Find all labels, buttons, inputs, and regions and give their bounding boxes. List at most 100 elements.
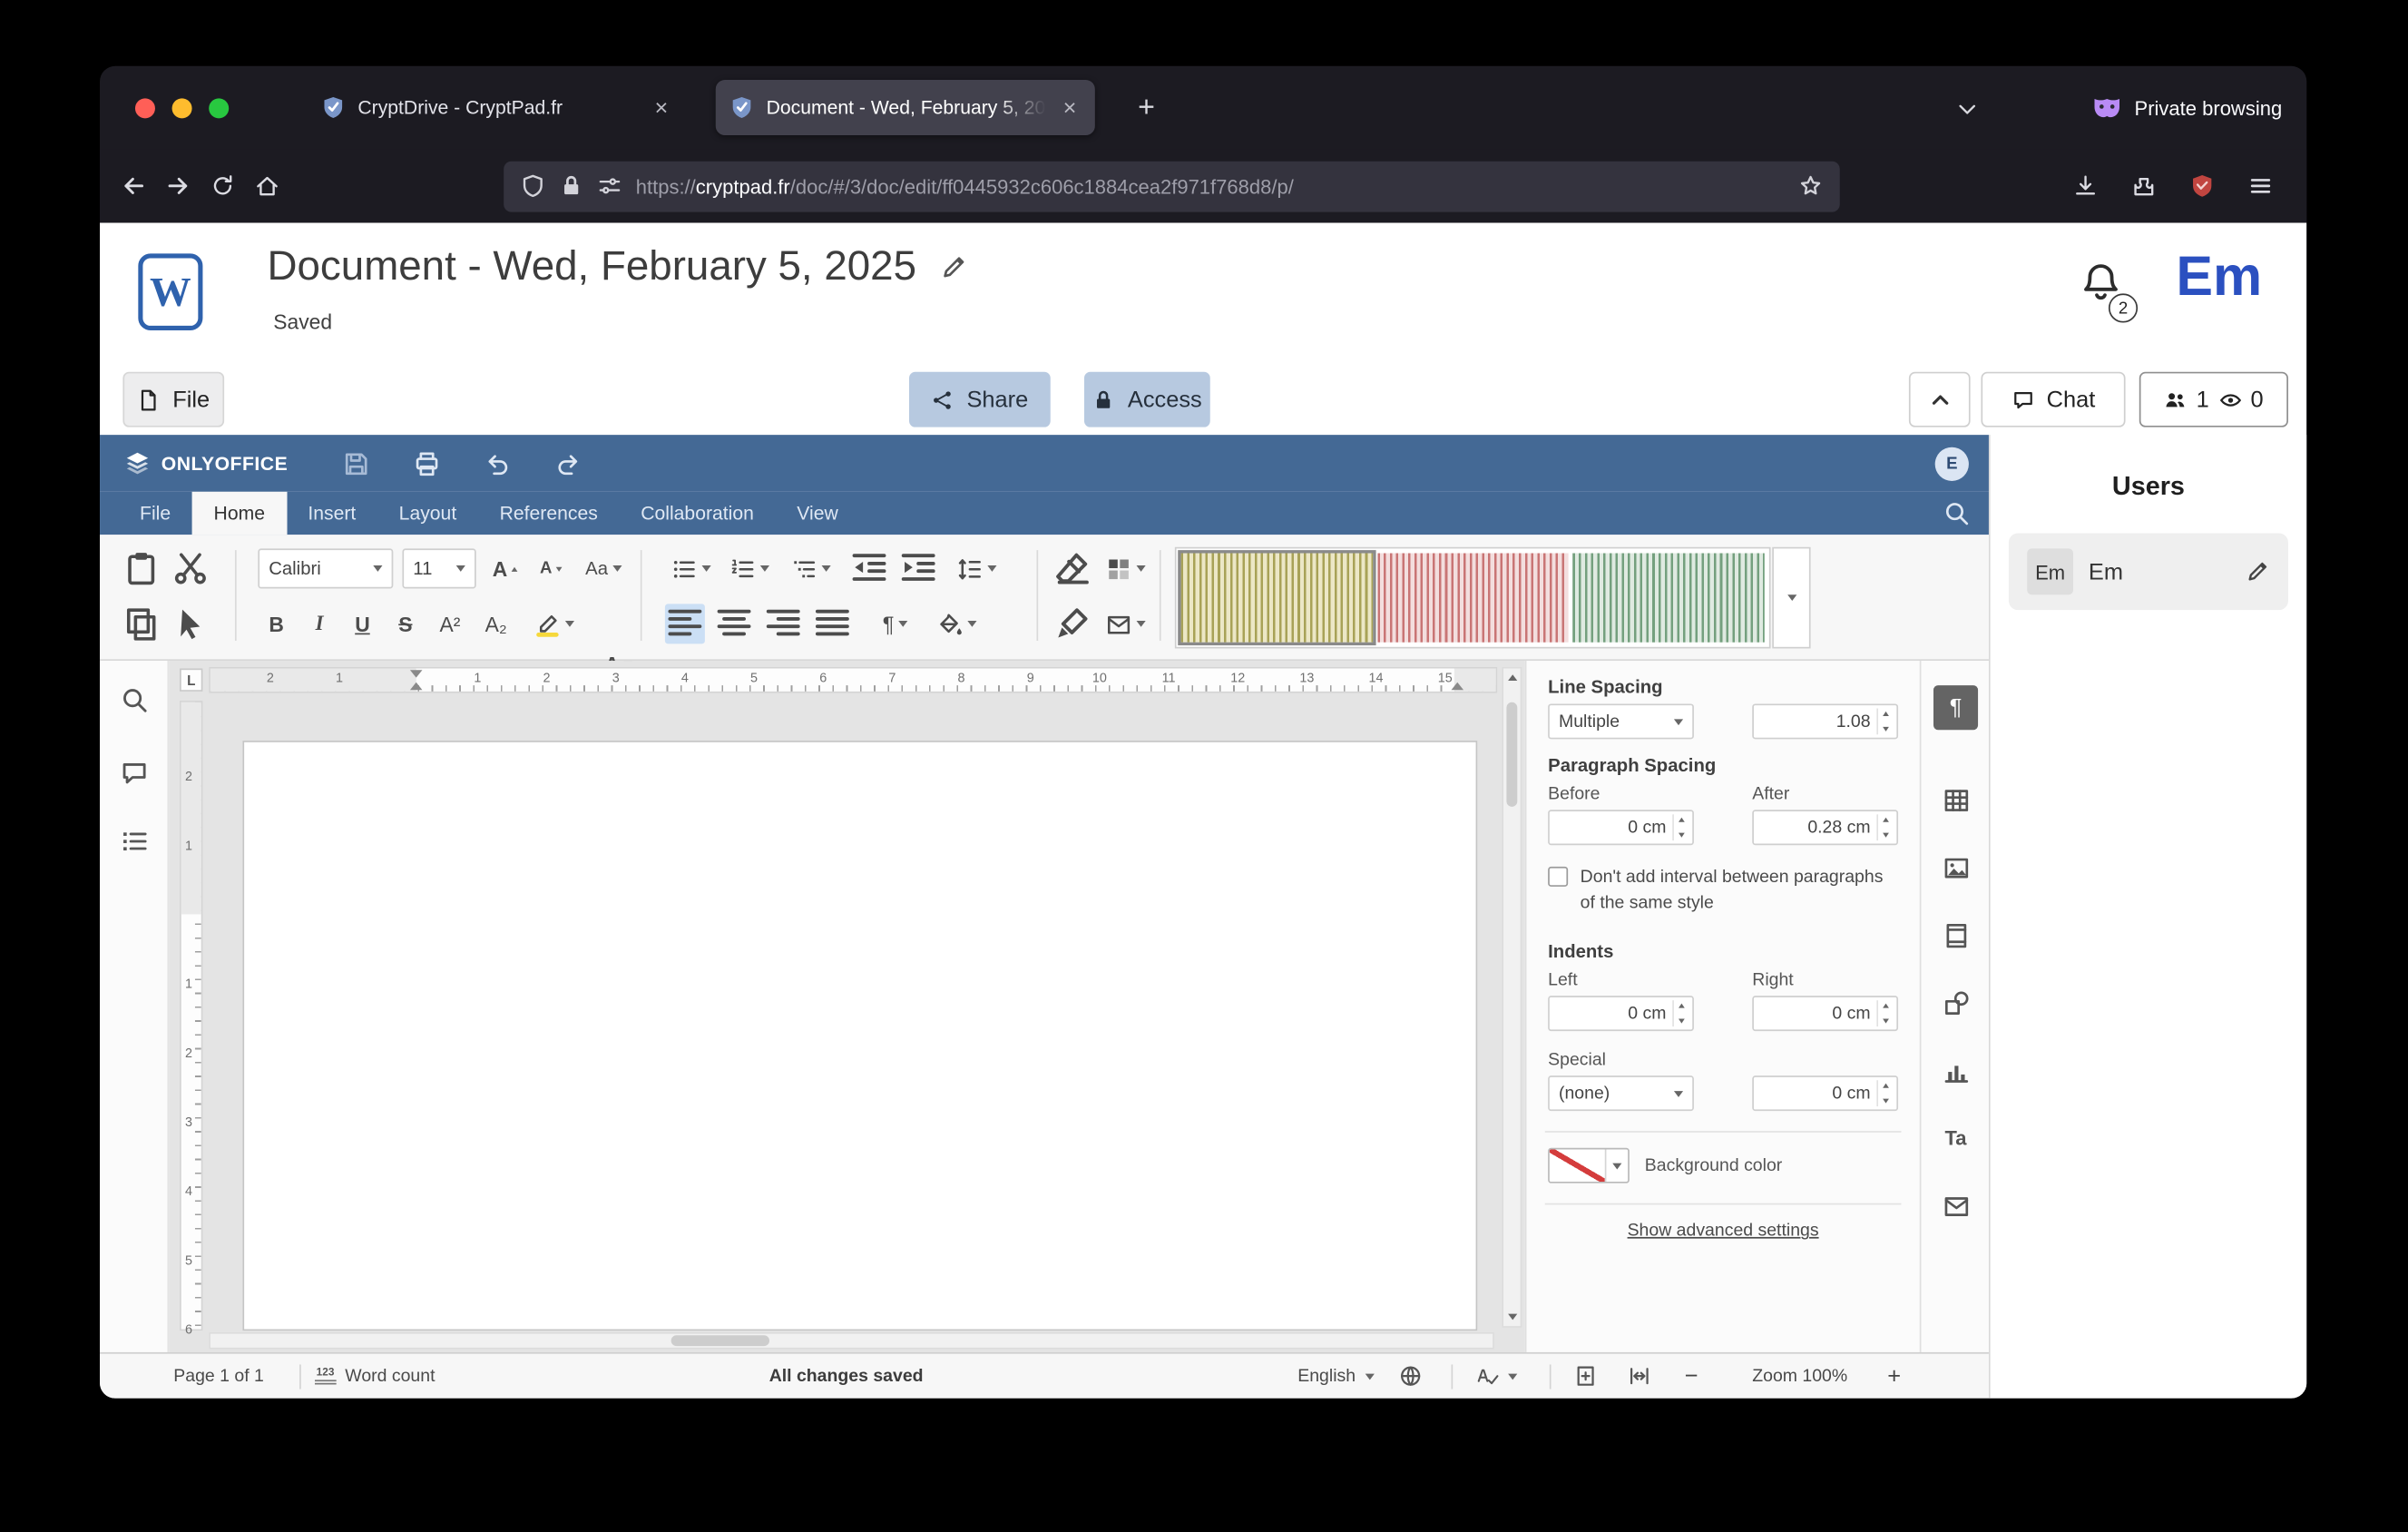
comments-button[interactable] [120,759,149,788]
right-indent-marker[interactable] [1452,683,1464,690]
styles-gallery-expand-button[interactable] [1772,547,1810,649]
bullets-button[interactable] [665,548,718,588]
spinner-arrows[interactable] [1876,1001,1894,1027]
font-size-select[interactable]: 11 [402,548,475,588]
strikethrough-button[interactable]: S [387,604,425,643]
home-button[interactable] [255,173,279,198]
permissions-icon[interactable] [597,173,622,198]
style-swatch[interactable] [1573,554,1765,643]
vertical-scroll-thumb[interactable] [1506,702,1517,807]
close-tab-icon[interactable]: × [650,94,672,121]
scroll-down-arrow[interactable] [1508,1314,1517,1321]
spinner-arrows[interactable] [1672,1001,1689,1027]
back-button[interactable] [122,173,146,198]
chart-settings-tab[interactable] [1933,1048,1978,1093]
header-footer-settings-tab[interactable] [1933,913,1978,958]
redo-button[interactable] [554,449,582,476]
hamburger-menu-button[interactable] [2239,173,2282,198]
menu-references[interactable]: References [478,492,620,535]
fullscreen-window-button[interactable] [209,98,229,118]
spacing-after-spinner[interactable]: 0.28 cm [1752,810,1898,845]
select-all-button[interactable] [172,604,210,643]
style-swatch[interactable] [1181,554,1373,643]
menu-file[interactable]: File [118,492,192,535]
decrease-font-button[interactable]: A [532,548,572,588]
font-name-select[interactable]: Calibri [258,548,393,588]
mail-merge-button[interactable] [1098,604,1153,643]
copy-button[interactable] [122,604,160,643]
fit-width-button[interactable] [1628,1354,1650,1399]
numbering-button[interactable] [723,548,776,588]
collapse-toolbar-button[interactable] [1909,372,1971,427]
horizontal-scrollbar[interactable] [209,1332,1494,1350]
chat-button[interactable]: Chat [1981,372,2125,427]
access-button[interactable]: Access [1084,372,1210,427]
align-center-button[interactable] [714,604,754,643]
edit-name-pencil-icon[interactable] [2246,559,2270,584]
tab-stop-selector[interactable]: L [180,668,202,691]
reload-button[interactable] [210,173,235,198]
underline-button[interactable]: U [344,604,381,643]
decrease-indent-button[interactable] [849,548,889,588]
tracking-protection-icon[interactable] [521,173,545,198]
url-bar[interactable]: https://cryptpad.fr/doc/#/3/doc/edit/ff0… [504,161,1840,211]
downloads-button[interactable] [2064,173,2107,198]
hanging-indent-marker[interactable] [410,683,423,690]
close-tab-icon[interactable]: × [1059,94,1082,121]
scroll-up-arrow[interactable] [1508,674,1517,681]
shape-settings-tab[interactable] [1933,980,1978,1025]
spacing-before-spinner[interactable]: 0 cm [1548,810,1694,845]
share-button[interactable]: Share [909,372,1051,427]
indent-right-spinner[interactable]: 0 cm [1752,997,1898,1032]
special-indent-spinner[interactable]: 0 cm [1752,1076,1898,1112]
spinner-arrows[interactable] [1876,709,1894,735]
bold-button[interactable]: B [258,604,295,643]
cut-button[interactable] [172,548,210,588]
editor-user-avatar[interactable]: E [1935,447,1969,480]
text-art-settings-tab[interactable]: Ta [1933,1115,1978,1160]
tab-cryptdrive[interactable]: CryptDrive - CryptPad.fr × [308,80,687,135]
menu-home[interactable]: Home [192,492,287,535]
align-right-button[interactable] [763,604,803,643]
spell-check-button[interactable] [1476,1354,1518,1399]
subscript-button[interactable]: A₂ [476,604,516,643]
zoom-out-button[interactable]: − [1685,1354,1712,1399]
italic-button[interactable]: I [301,604,338,643]
superscript-button[interactable]: A² [430,604,470,643]
new-tab-button[interactable]: + [1126,88,1168,130]
paragraph-settings-tab[interactable]: ¶ [1933,685,1978,730]
undo-button[interactable] [484,449,511,476]
table-settings-tab[interactable] [1933,778,1978,822]
special-indent-select[interactable]: (none) [1548,1076,1694,1112]
background-color-button[interactable] [1548,1148,1630,1183]
notifications-button[interactable]: 2 [2078,260,2130,321]
indent-left-spinner[interactable]: 0 cm [1548,997,1694,1032]
file-button[interactable]: File [122,372,224,427]
line-spacing-button[interactable] [947,548,1005,588]
menu-collaboration[interactable]: Collaboration [620,492,776,535]
clear-style-button[interactable] [1052,548,1091,588]
menu-view[interactable]: View [776,492,860,535]
paste-button[interactable] [122,548,160,588]
spinner-arrows[interactable] [1672,814,1689,840]
extensions-button[interactable] [2122,173,2165,198]
image-settings-tab[interactable] [1933,845,1978,889]
spinner-arrows[interactable] [1876,814,1894,840]
bookmark-star-icon[interactable] [1798,173,1823,198]
background-color-dropdown[interactable] [1605,1150,1628,1183]
highlight-color-button[interactable] [525,604,583,643]
line-spacing-select[interactable]: Multiple [1548,703,1694,739]
no-interval-checkbox[interactable] [1548,867,1568,887]
line-spacing-spinner[interactable]: 1.08 [1752,703,1898,739]
fit-page-button[interactable] [1574,1354,1597,1399]
document-language-select[interactable]: English [1297,1354,1374,1399]
first-line-indent-marker[interactable] [410,670,423,677]
copy-style-button[interactable] [1052,604,1091,643]
menu-layout[interactable]: Layout [377,492,478,535]
color-scheme-button[interactable] [1098,548,1153,588]
show-advanced-settings-link[interactable]: Show advanced settings [1548,1223,1898,1241]
ublock-extension-icon[interactable] [2180,173,2223,198]
mail-merge-tab[interactable] [1933,1183,1978,1228]
justify-button[interactable] [812,604,852,643]
document-page[interactable] [242,741,1477,1331]
